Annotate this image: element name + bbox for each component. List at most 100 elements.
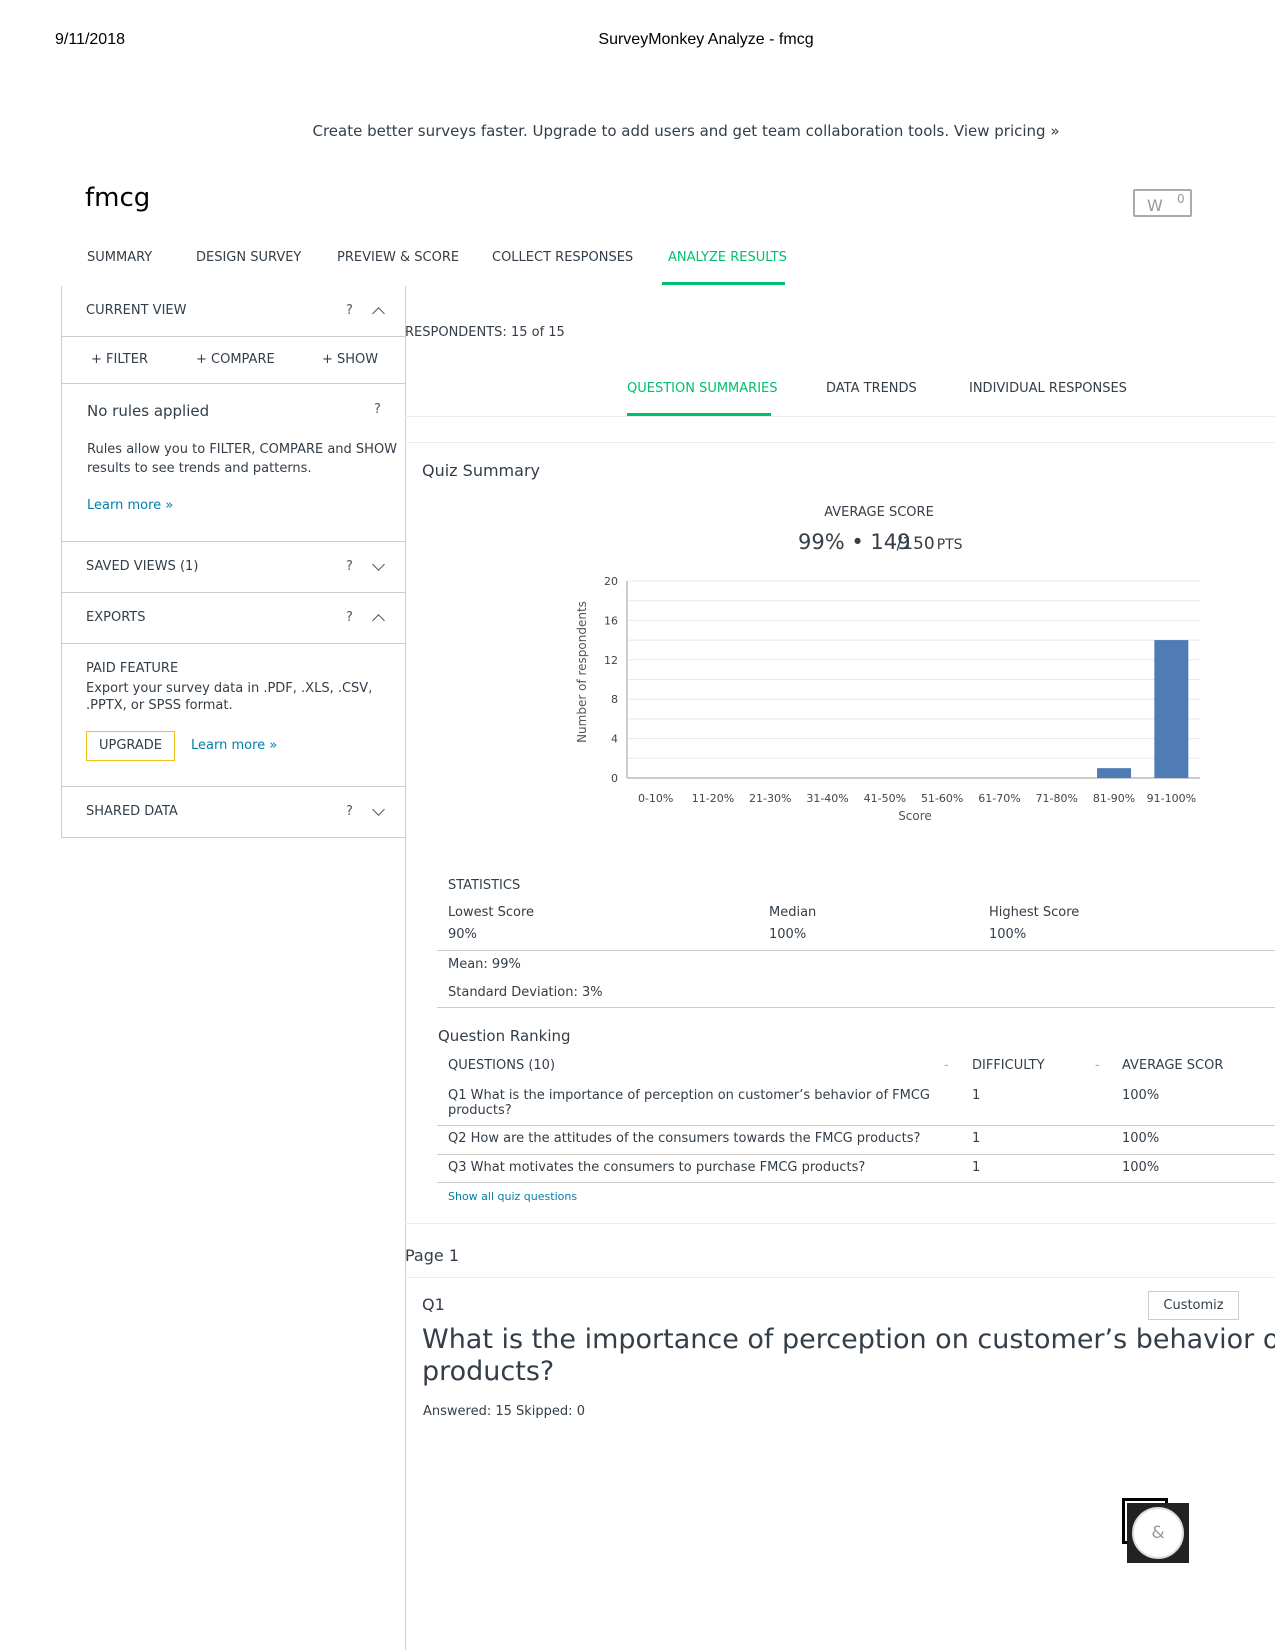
average-score-value: 99% • 149/150 PTS <box>798 530 963 554</box>
saved-views-header[interactable]: SAVED VIEWS (1) ? <box>61 542 405 593</box>
subtab-individual-responses[interactable]: INDIVIDUAL RESPONSES <box>969 381 1127 396</box>
help-widget[interactable]: & <box>1127 1503 1189 1563</box>
average-score: 100% <box>1122 1160 1160 1175</box>
score-distribution-chart: 0 4 8 12 16 20 0-10% 11-20% 21-30% 31-40% 41-50% 51… <box>575 575 1200 823</box>
chevron-down-icon[interactable] <box>372 558 385 571</box>
tab-collect-responses[interactable]: COLLECT RESPONSES <box>492 250 633 265</box>
show-all-questions-link[interactable]: Show all quiz questions <box>448 1190 577 1203</box>
page: 9/11/2018 SurveyMonkey Analyze - fmcg Cr… <box>0 0 1275 1650</box>
header-average-score[interactable]: AVERAGE SCOR <box>1122 1058 1223 1073</box>
question-number: Q1 <box>422 1295 445 1314</box>
chevron-up-icon[interactable] <box>372 614 385 627</box>
divider <box>405 442 1275 443</box>
rules-text: Rules allow you to FILTER, COMPARE and S… <box>87 442 398 457</box>
compare-button[interactable]: + COMPARE <box>196 352 275 367</box>
filter-button[interactable]: + FILTER <box>91 352 148 367</box>
help-icon[interactable]: ? <box>374 402 381 417</box>
x-tick-label: 81-90% <box>1093 792 1135 805</box>
exports-panel: PAID FEATURE Export your survey data in … <box>61 644 405 787</box>
divider <box>405 1223 1275 1224</box>
average-score-label: AVERAGE SCORE <box>824 505 934 520</box>
help-icon[interactable]: ? <box>346 804 353 819</box>
bar <box>1097 768 1132 778</box>
paid-feature-label: PAID FEATURE <box>86 661 179 676</box>
x-tick-label: 21-30% <box>749 792 791 805</box>
subtab-data-trends[interactable]: DATA TRENDS <box>826 381 917 396</box>
customize-button[interactable]: Customiz <box>1148 1291 1239 1320</box>
y-tick-label: 20 <box>604 575 618 588</box>
question-text: Q1 What is the importance of perception … <box>448 1088 930 1103</box>
x-tick-label: 91-100% <box>1147 792 1196 805</box>
tab-analyze-results[interactable]: ANALYZE RESULTS <box>668 250 787 265</box>
y-tick-label: 4 <box>611 733 618 746</box>
upgrade-banner[interactable]: Create better surveys faster. Upgrade to… <box>312 122 1059 140</box>
show-button[interactable]: + SHOW <box>322 352 378 367</box>
rules-panel: No rules applied ? Rules allow you to FI… <box>61 384 405 542</box>
sort-icon[interactable]: - <box>1095 1058 1100 1073</box>
difficulty: 1 <box>972 1131 981 1146</box>
x-axis-label: Score <box>898 809 932 823</box>
lowest-score: 90% <box>448 927 477 942</box>
mean: Mean: 99% <box>448 957 521 972</box>
survey-title: fmcg <box>85 183 151 213</box>
bar <box>1154 640 1189 778</box>
question-title-2: products? <box>422 1356 555 1387</box>
shared-data-header[interactable]: SHARED DATA ? <box>61 787 405 838</box>
exports-label: EXPORTS <box>86 610 146 625</box>
question-ranking-title: Question Ranking <box>438 1027 571 1045</box>
help-icon[interactable]: ? <box>346 559 353 574</box>
upgrade-button[interactable]: UPGRADE <box>86 731 175 761</box>
export-text-2: .PPTX, or SPSS format. <box>86 698 233 713</box>
active-tab-underline <box>662 282 785 285</box>
question-text: Q3 What motivates the consumers to purch… <box>448 1160 866 1175</box>
header-difficulty[interactable]: DIFFICULTY <box>972 1058 1045 1073</box>
rules-toolbar: + FILTER + COMPARE + SHOW <box>61 337 405 384</box>
subtab-question-summaries[interactable]: QUESTION SUMMARIES <box>627 381 778 396</box>
badge-letter: W <box>1147 196 1163 215</box>
highest-score-label: Highest Score <box>989 905 1080 920</box>
question-text: Q2 How are the attitudes of the consumer… <box>448 1131 921 1146</box>
average-score: 99% • 149 <box>798 530 911 554</box>
sort-icon[interactable]: - <box>944 1058 949 1073</box>
user-badge[interactable]: W 0 <box>1133 189 1192 217</box>
chevron-up-icon[interactable] <box>372 307 385 320</box>
help-icon[interactable]: ? <box>346 610 353 625</box>
tab-summary[interactable]: SUMMARY <box>87 250 152 265</box>
x-tick-label: 71-80% <box>1036 792 1078 805</box>
quiz-summary-title: Quiz Summary <box>422 461 540 480</box>
divider <box>437 1125 1275 1126</box>
difficulty: 1 <box>972 1160 981 1175</box>
lowest-score-label: Lowest Score <box>448 905 535 920</box>
divider <box>437 1007 1275 1008</box>
divider <box>405 416 1275 417</box>
tab-preview-score[interactable]: PREVIEW & SCORE <box>337 250 459 265</box>
statistics-title: STATISTICS <box>448 878 521 893</box>
learn-more-link[interactable]: Learn more » <box>87 498 173 513</box>
x-tick-label: 41-50% <box>864 792 906 805</box>
current-view-label: CURRENT VIEW <box>86 303 187 318</box>
average-score: 100% <box>1122 1131 1160 1146</box>
points-unit: PTS <box>936 537 963 553</box>
y-tick-label: 12 <box>604 654 618 667</box>
learn-more-link[interactable]: Learn more » <box>191 738 277 753</box>
median: 100% <box>769 927 807 942</box>
tab-design-survey[interactable]: DESIGN SURVEY <box>196 250 301 265</box>
header-questions[interactable]: QUESTIONS (10) <box>448 1058 555 1073</box>
badge-count: 0 <box>1177 192 1185 206</box>
y-tick-label: 0 <box>611 772 618 785</box>
answered-skipped: Answered: 15 Skipped: 0 <box>423 1404 585 1419</box>
average-score: 100% <box>1122 1088 1160 1103</box>
standard-deviation: Standard Deviation: 3% <box>448 985 603 1000</box>
print-title: SurveyMonkey Analyze - fmcg <box>598 31 814 48</box>
chat-icon[interactable]: & <box>1132 1507 1184 1559</box>
help-icon[interactable]: ? <box>346 303 353 318</box>
y-tick-label: 8 <box>611 693 618 706</box>
current-view-header[interactable]: CURRENT VIEW ? <box>61 286 405 337</box>
difficulty: 1 <box>972 1088 981 1103</box>
x-tick-label: 51-60% <box>921 792 963 805</box>
exports-header[interactable]: EXPORTS ? <box>61 593 405 644</box>
chevron-down-icon[interactable] <box>372 803 385 816</box>
y-tick-label: 16 <box>604 614 618 627</box>
shared-data-label: SHARED DATA <box>86 804 178 819</box>
question-text-2: products? <box>448 1103 512 1118</box>
